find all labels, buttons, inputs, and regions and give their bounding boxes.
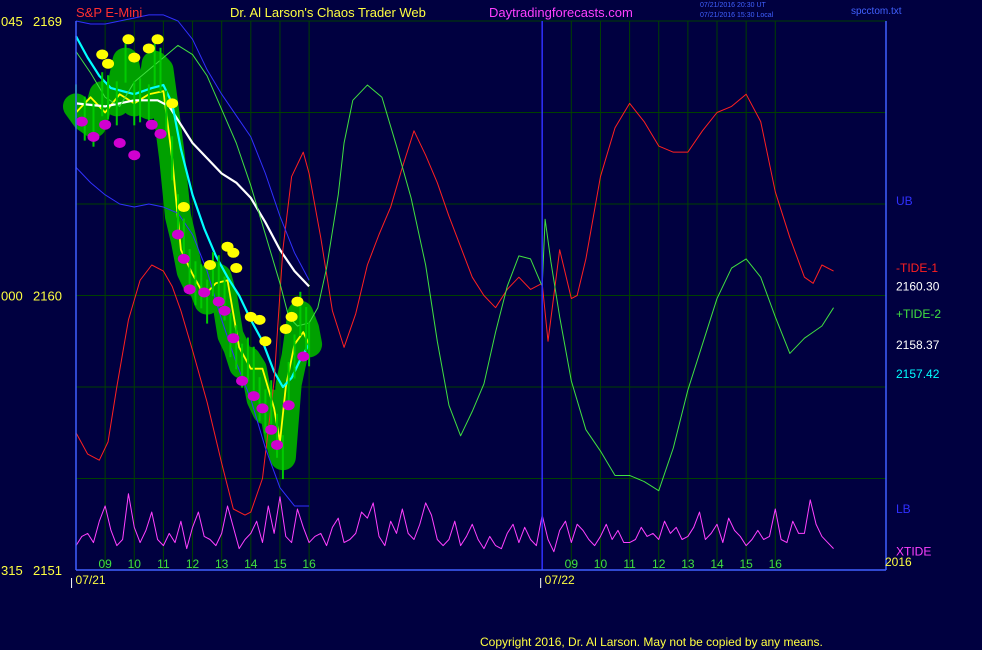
marker-high [128, 52, 141, 63]
filename-label: spcctom.txt [851, 6, 902, 17]
y-tick-label: 2151 [33, 563, 62, 578]
marker-low [154, 128, 167, 139]
marker-low [297, 351, 310, 362]
marker-low [171, 229, 184, 240]
marker-high [177, 202, 190, 213]
marker-low [256, 403, 269, 414]
marker-low [128, 150, 141, 161]
instrument-title: S&P E-Mini [76, 5, 142, 20]
right-label: 2158.37 [896, 338, 940, 352]
marker-high [204, 260, 217, 270]
timestamp-ut: 07/21/2016 20:30 UT [700, 2, 766, 9]
right-label: 2157.42 [896, 367, 940, 381]
marker-high [151, 34, 164, 45]
date-label: 07/21 [76, 573, 106, 587]
marker-low [265, 424, 278, 435]
x-tick-label: 12 [652, 557, 666, 571]
marker-low [227, 333, 240, 344]
marker-low [145, 119, 158, 130]
marker-high [142, 43, 155, 54]
marker-low [99, 119, 112, 130]
marker-high [166, 98, 179, 109]
marker-high [102, 58, 115, 69]
marker-low [183, 284, 196, 295]
marker-high [253, 314, 266, 325]
marker-low [218, 305, 231, 316]
x-tick-label: 15 [739, 557, 753, 571]
marker-low [247, 391, 260, 402]
x-tick-label: 10 [128, 557, 142, 571]
marker-high [285, 311, 298, 322]
marker-high [227, 247, 240, 258]
marker-low [87, 131, 100, 142]
marker-high [96, 49, 109, 60]
marker-low [198, 287, 211, 298]
x-tick-label: 14 [244, 557, 258, 571]
x-tick-label: 12 [186, 557, 200, 571]
x-tick-label: 16 [302, 557, 316, 571]
y-tick-label-left: 000 [1, 289, 23, 304]
right-label: LB [896, 502, 911, 516]
right-label: XTIDE [896, 545, 931, 559]
y-tick-label: 2160 [33, 289, 62, 304]
x-tick-label: 11 [157, 557, 170, 571]
x-tick-label: 15 [273, 557, 287, 571]
marker-high [230, 263, 243, 274]
y-tick-label: 2169 [33, 14, 62, 29]
marker-low [212, 296, 225, 307]
marker-high [122, 34, 135, 45]
marker-low [113, 138, 126, 148]
marker-low [177, 253, 190, 264]
right-label: -TIDE-1 [896, 261, 938, 275]
x-tick-label: 10 [594, 557, 608, 571]
x-tick-label: 14 [710, 557, 724, 571]
marker-high [279, 324, 292, 335]
x-tick-label: 13 [681, 557, 695, 571]
marker-high [291, 296, 304, 307]
author-title: Dr. Al Larson's Chaos Trader Web [230, 5, 426, 20]
right-label: +TIDE-2 [896, 307, 941, 321]
marker-low [282, 400, 295, 411]
marker-low [236, 375, 249, 386]
copyright-footer: Copyright 2016, Dr. Al Larson. May not b… [480, 635, 823, 649]
x-tick-label: 09 [98, 557, 112, 571]
y-tick-label-left: 315 [1, 563, 23, 578]
x-tick-label: 13 [215, 557, 229, 571]
timestamp-local: 07/21/2016 15:30 Local [700, 12, 774, 19]
date-label: 07/22 [545, 573, 575, 587]
x-tick-label: 16 [769, 557, 783, 571]
x-tick-label: 09 [565, 557, 579, 571]
marker-low [271, 439, 284, 450]
right-label: UB [896, 194, 913, 208]
right-label: 2160.30 [896, 279, 940, 293]
marker-low [75, 116, 88, 127]
website-link[interactable]: Daytradingforecasts.com [489, 5, 633, 20]
chart-canvas: 045 2169 000 2160 315 2151 09 10 11 12 13 14 15 16 09 1… [0, 0, 982, 650]
marker-high [259, 336, 272, 347]
x-tick-label: 11 [623, 557, 636, 571]
y-tick-label-left: 045 [1, 14, 23, 29]
